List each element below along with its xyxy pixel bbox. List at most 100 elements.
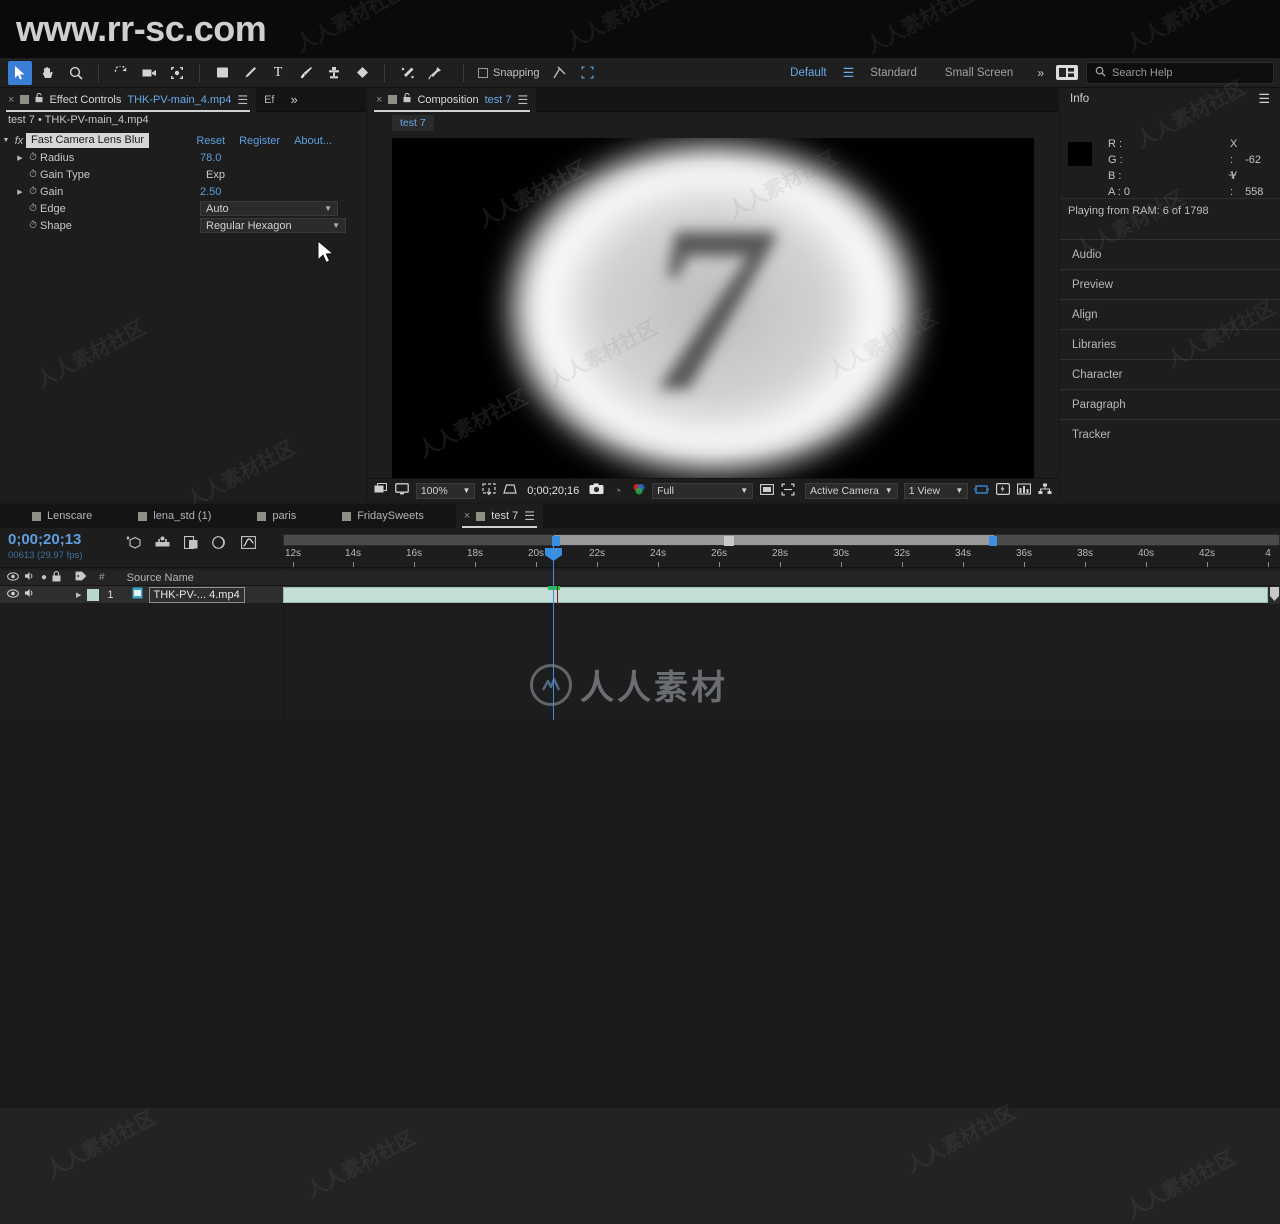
property-row-radius[interactable]: ▶ ⏱ Radius 78.0 <box>0 149 366 166</box>
rotation-tool-icon[interactable] <box>109 61 133 85</box>
timeline-tab-lena-std[interactable]: lena_std (1) <box>130 504 219 528</box>
clone-stamp-tool-icon[interactable] <box>322 61 346 85</box>
hide-shy-layers-icon[interactable] <box>183 535 198 553</box>
property-row-gain-type[interactable]: ⏱ Gain Type Exp <box>0 166 366 183</box>
channel-icon[interactable] <box>631 482 646 499</box>
camera-dropdown[interactable]: Active Camera ▼ <box>804 482 898 499</box>
property-row-edge[interactable]: ⏱ Edge Auto ▼ <box>0 200 366 217</box>
region-of-interest-icon[interactable] <box>481 482 496 499</box>
lock-icon[interactable] <box>403 92 411 106</box>
property-dropdown-shape[interactable]: Regular Hexagon ▼ <box>200 218 346 233</box>
layer-expand-triangle-icon[interactable]: ▶ <box>76 591 81 599</box>
eraser-tool-icon[interactable] <box>350 61 374 85</box>
disclosure-triangle-icon[interactable]: ▶ <box>14 188 26 196</box>
workspace-default[interactable]: Default <box>776 67 840 79</box>
brush-tool-icon[interactable] <box>294 61 318 85</box>
close-icon[interactable]: × <box>376 94 382 106</box>
eye-icon[interactable] <box>7 571 19 584</box>
audio-icon[interactable] <box>24 588 36 601</box>
stopwatch-icon[interactable]: ⏱ <box>26 169 40 180</box>
panel-paragraph[interactable]: Paragraph <box>1060 389 1280 419</box>
close-icon[interactable]: × <box>8 94 14 106</box>
timeline-ruler[interactable]: 12s 14s 16s 18s 20s 22s 24s 26s 28s 30s … <box>283 504 1280 568</box>
workspace-overflow-icon[interactable]: » <box>1027 66 1054 80</box>
snapping-toggle[interactable]: Snapping <box>478 67 540 79</box>
comp-breadcrumb-tab[interactable]: test 7 <box>392 115 434 131</box>
current-time-display[interactable]: 0;00;20;13 <box>8 531 81 548</box>
property-row-shape[interactable]: ⏱ Shape Regular Hexagon ▼ <box>0 217 366 234</box>
work-area-end-handle[interactable] <box>989 536 997 546</box>
transparency-grid-icon[interactable] <box>759 483 774 498</box>
composition-viewer-stage[interactable]: 7 人人素材社区 人人素材社区 人人素材社区 人人素材社区 人人素材社区 <box>392 138 1034 478</box>
graph-editor-icon[interactable] <box>241 536 256 553</box>
disclosure-triangle-icon[interactable]: ▶ <box>14 154 26 162</box>
frame-blending-icon[interactable] <box>212 536 227 553</box>
panel-overflow[interactable]: » <box>283 88 306 112</box>
stopwatch-icon[interactable]: ⏱ <box>26 186 40 197</box>
register-link[interactable]: Register <box>239 135 280 147</box>
panel-menu-icon[interactable]: ☰ <box>1258 91 1270 107</box>
timeline-vertical-scrollbar[interactable] <box>1269 586 1280 604</box>
property-row-gain[interactable]: ▶ ⏱ Gain 2.50 <box>0 183 366 200</box>
property-dropdown-edge[interactable]: Auto ▼ <box>200 201 338 216</box>
panel-menu-icon[interactable]: ☰ <box>517 93 528 107</box>
about-link[interactable]: About... <box>294 135 332 147</box>
pen-tool-icon[interactable] <box>238 61 262 85</box>
hand-tool-icon[interactable] <box>36 61 60 85</box>
keyframe-marker[interactable] <box>548 586 560 590</box>
roto-brush-tool-icon[interactable] <box>395 61 419 85</box>
snapshot-icon[interactable] <box>589 483 604 498</box>
timeline-icon[interactable] <box>1016 483 1031 498</box>
toggle-mask-visibility-icon[interactable] <box>780 483 795 499</box>
work-area-marker[interactable] <box>724 536 734 546</box>
work-area-track[interactable] <box>283 534 1280 546</box>
workspace-menu-icon[interactable]: ☰ <box>841 65 857 81</box>
playhead[interactable] <box>545 538 562 720</box>
tab-effect-controls[interactable]: × Effect Controls THK-PV-main_4.mp4 ☰ <box>0 87 257 112</box>
mask-shape-icon[interactable] <box>502 483 517 498</box>
effect-header-row[interactable]: ▼ fx Fast Camera Lens Blur Reset Registe… <box>0 132 366 149</box>
workspace-small-screen[interactable]: Small Screen <box>931 67 1027 79</box>
pixel-aspect-correction-icon[interactable] <box>973 483 990 499</box>
panel-character[interactable]: Character <box>1060 359 1280 389</box>
main-viewer-icon[interactable] <box>395 483 410 498</box>
viewer-timecode[interactable]: 0;00;20;16 <box>523 485 583 497</box>
snap-guides-icon[interactable] <box>548 61 572 85</box>
always-preview-icon[interactable] <box>374 483 389 498</box>
snapping-checkbox[interactable] <box>478 67 488 78</box>
tab-composition[interactable]: × Composition test 7 ☰ <box>368 87 537 112</box>
property-value[interactable]: 2.50 <box>200 186 221 198</box>
disclosure-triangle-icon[interactable]: ▼ <box>0 137 12 144</box>
layer-duration-bar[interactable] <box>283 587 1268 603</box>
type-tool-icon[interactable]: T <box>266 61 290 85</box>
property-value[interactable]: 78.0 <box>200 152 221 164</box>
reset-link[interactable]: Reset <box>196 135 225 147</box>
comp-flowchart-icon[interactable] <box>1037 483 1052 498</box>
layer-label-color-chip[interactable] <box>87 588 100 601</box>
panel-menu-icon[interactable]: ☰ <box>237 93 248 107</box>
resolution-dropdown[interactable]: Full ▼ <box>652 482 754 499</box>
timeline-tab-lenscare[interactable]: Lenscare <box>24 504 100 528</box>
effect-name[interactable]: Fast Camera Lens Blur <box>26 133 150 148</box>
zoom-level-dropdown[interactable]: 100% ▼ <box>415 482 476 499</box>
selection-tool-icon[interactable] <box>8 60 32 85</box>
search-help-box[interactable]: Search Help <box>1086 61 1274 84</box>
composition-mini-flowchart-icon[interactable] <box>126 536 141 553</box>
solo-icon[interactable]: ● <box>41 572 47 583</box>
camera-tool-icon[interactable] <box>137 61 161 85</box>
draft-3d-icon[interactable] <box>155 536 170 553</box>
timeline-graph-area[interactable]: 人人素材社区 人人素材社区 人人素材社区 人人素材社区 <box>0 1102 1280 1224</box>
shape-tool-icon[interactable] <box>210 61 234 85</box>
stopwatch-icon[interactable]: ⏱ <box>26 152 40 163</box>
layer-source-name[interactable]: THK-PV-... 4.mp4 <box>148 586 245 603</box>
label-icon[interactable] <box>75 571 87 584</box>
property-value[interactable]: Exp <box>206 169 225 181</box>
workspace-standard[interactable]: Standard <box>856 67 931 79</box>
stopwatch-icon[interactable]: ⏱ <box>26 220 40 231</box>
stopwatch-icon[interactable]: ⏱ <box>26 203 40 214</box>
lock-icon[interactable] <box>35 92 43 106</box>
chevron-right-icon[interactable]: » <box>291 92 298 107</box>
fast-previews-icon[interactable] <box>995 483 1010 498</box>
eye-icon[interactable] <box>7 588 19 601</box>
source-name-column-header[interactable]: Source Name <box>127 572 194 584</box>
